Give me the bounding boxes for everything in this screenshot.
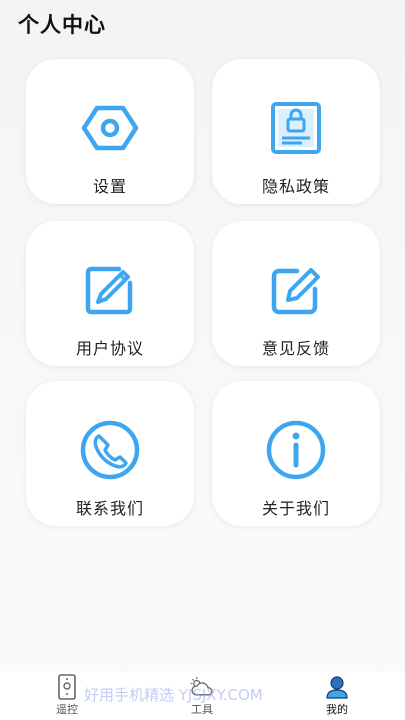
hexagon-nut-icon (75, 93, 145, 163)
info-circle-icon (261, 415, 331, 485)
contact-us-label: 联系我们 (75, 499, 144, 518)
contact-us-button[interactable]: 联系我们 (26, 381, 194, 526)
bottom-tab-bar: 遥控 工具 我的 (0, 672, 405, 720)
feedback-button[interactable]: 意见反馈 (212, 221, 380, 366)
about-us-label: 关于我们 (261, 499, 330, 518)
user-agreement-label: 用户协议 (75, 339, 144, 358)
tab-remote[interactable]: 遥控 (37, 674, 97, 718)
pencil-square-icon (261, 255, 331, 325)
lock-document-icon (261, 93, 331, 163)
tab-tools[interactable]: 工具 (172, 674, 232, 718)
about-us-button[interactable]: 关于我们 (212, 381, 380, 526)
tab-remote-label: 遥控 (56, 703, 78, 716)
tab-mine[interactable]: 我的 (307, 674, 367, 718)
privacy-policy-button[interactable]: 隐私政策 (212, 59, 380, 204)
feedback-label: 意见反馈 (261, 339, 330, 358)
cloud-sun-icon (189, 674, 215, 700)
menu-grid: 设置 隐私政策 用户协议 意见反馈 联系我们 关于我们 (0, 0, 405, 720)
user-agreement-button[interactable]: 用户协议 (26, 221, 194, 366)
phone-circle-icon (75, 415, 145, 485)
privacy-policy-label: 隐私政策 (261, 177, 330, 196)
tab-tools-label: 工具 (191, 703, 213, 716)
remote-icon (54, 674, 80, 700)
settings-label: 设置 (92, 177, 127, 196)
edit-document-icon (75, 255, 145, 325)
settings-button[interactable]: 设置 (26, 59, 194, 204)
tab-mine-label: 我的 (326, 703, 348, 716)
user-icon (324, 674, 350, 700)
